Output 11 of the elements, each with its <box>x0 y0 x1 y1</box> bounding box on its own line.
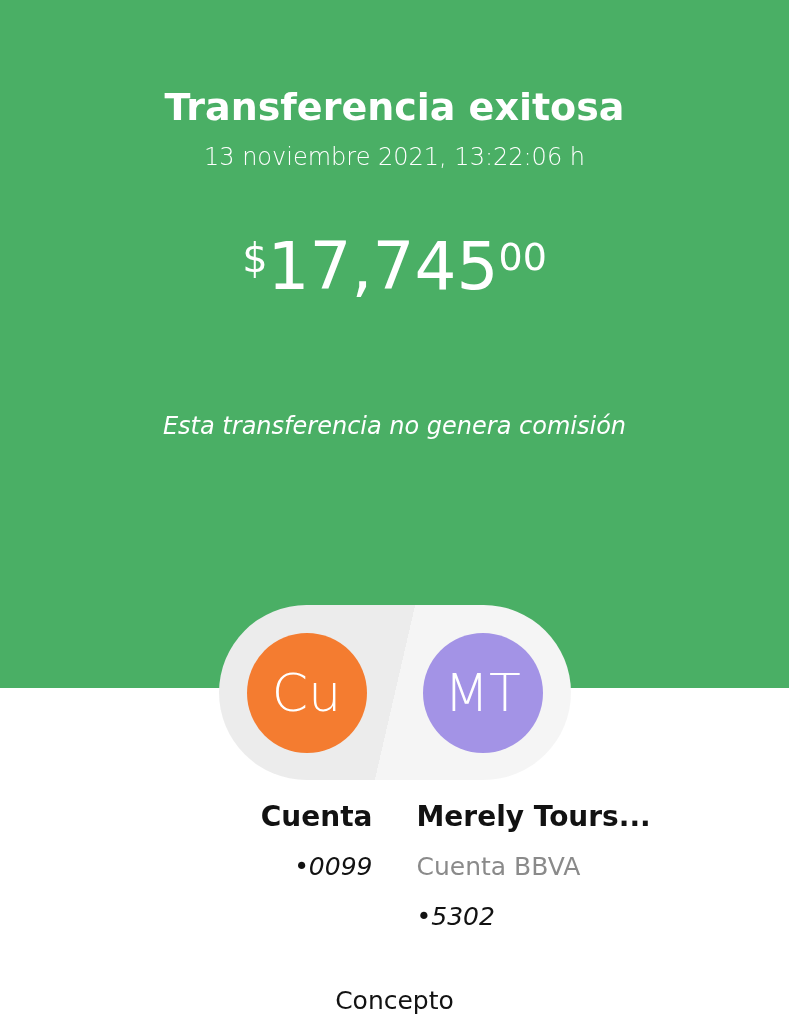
avatar: Cu <box>246 632 367 753</box>
party-name: Merely Tours... <box>416 799 652 835</box>
title: Transferencia exitosa <box>164 84 625 131</box>
account-number: •5302 <box>416 901 496 933</box>
commission-note: Esta transferencia no genera comisión <box>162 412 627 440</box>
party-name: Cuenta <box>259 799 373 835</box>
concept-label: Concepto <box>334 986 455 1016</box>
avatar: MT <box>422 632 543 753</box>
transfer-datetime: 13 noviembre 2021, 13:22:06 h <box>204 142 585 173</box>
account-number: •0099 <box>293 851 373 883</box>
bank-name: Cuenta BBVA <box>416 851 582 883</box>
